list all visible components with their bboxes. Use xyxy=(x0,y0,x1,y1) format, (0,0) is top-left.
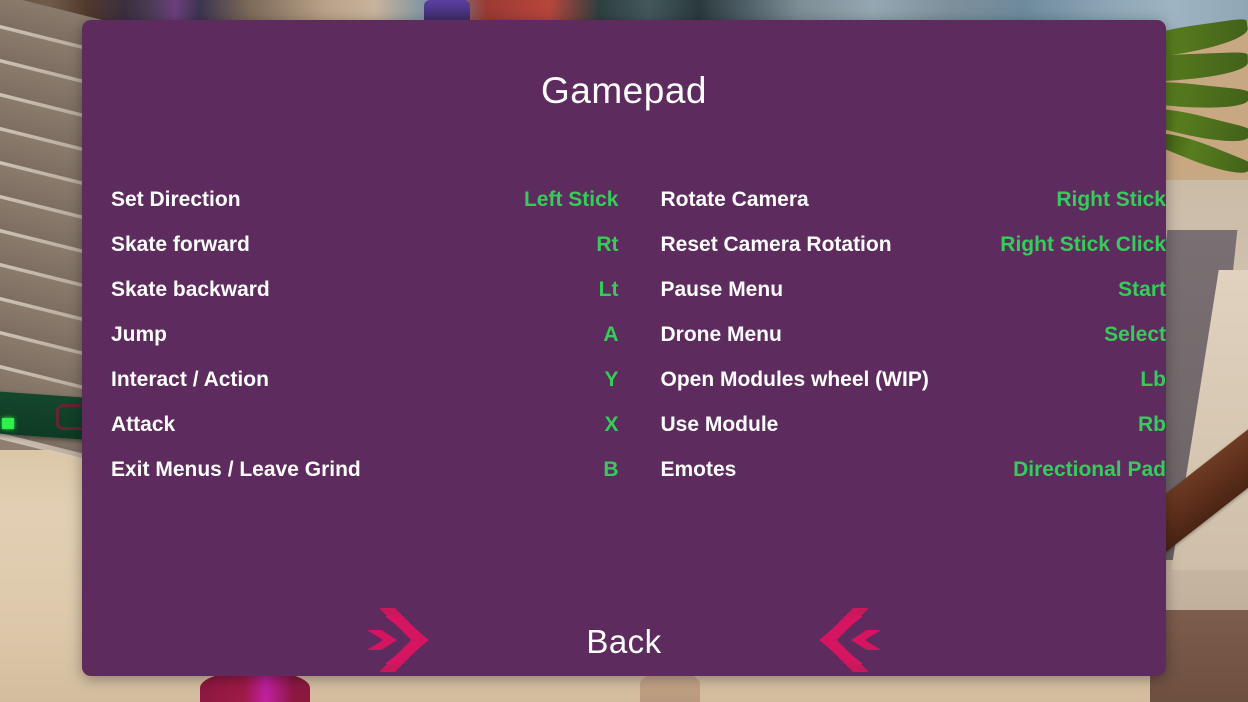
double-chevron-left-icon xyxy=(819,608,881,672)
back-button-label[interactable]: Back xyxy=(499,623,749,661)
keybinding-action-label: Jump xyxy=(111,323,168,346)
gamepad-settings-panel: Gamepad Set Direction Left Stick Skate for… xyxy=(82,20,1166,676)
keybinding-row[interactable]: Set Direction Left Stick xyxy=(111,188,618,233)
keybinding-action-label: Pause Menu xyxy=(660,278,784,301)
keybinding-row[interactable]: Skate forward Rt xyxy=(111,233,618,278)
keybinding-input-value[interactable]: Right Stick Click xyxy=(986,233,1166,257)
keybinding-column-right: Rotate Camera Right Stick Reset Camera Rot… xyxy=(618,188,1166,503)
keybinding-row[interactable]: Interact / Action Y xyxy=(111,368,618,413)
keybinding-row[interactable]: Rotate Camera Right Stick xyxy=(660,188,1166,233)
keybinding-input-value[interactable]: Select xyxy=(1090,323,1166,347)
keybinding-input-value[interactable]: Right Stick xyxy=(1042,188,1166,212)
double-chevron-right-icon xyxy=(367,608,429,672)
keybinding-action-label: Drone Menu xyxy=(660,323,782,346)
keybinding-action-label: Set Direction xyxy=(111,188,241,211)
keybinding-input-value[interactable]: Rt xyxy=(582,233,618,257)
keybinding-input-value[interactable]: Rb xyxy=(1124,413,1166,437)
keybinding-action-label: Attack xyxy=(111,413,176,436)
keybinding-input-value[interactable]: B xyxy=(589,458,618,482)
keybinding-row[interactable]: Drone Menu Select xyxy=(660,323,1166,368)
keybinding-action-label: Reset Camera Rotation xyxy=(660,233,892,256)
keybinding-row[interactable]: Jump A xyxy=(111,323,618,368)
keybinding-input-value[interactable]: Lt xyxy=(585,278,619,302)
keybinding-row[interactable]: Reset Camera Rotation Right Stick Click xyxy=(660,233,1166,278)
keybinding-input-value[interactable]: X xyxy=(590,413,618,437)
keybinding-input-value[interactable]: Y xyxy=(590,368,618,392)
keybinding-row[interactable]: Emotes Directional Pad xyxy=(660,458,1166,503)
background-character-top xyxy=(424,0,470,22)
keybinding-action-label: Rotate Camera xyxy=(660,188,809,211)
back-button-row[interactable]: Back xyxy=(82,606,1166,676)
page-title: Gamepad xyxy=(541,70,707,111)
keybinding-column-left: Set Direction Left Stick Skate forward Rt Sk… xyxy=(82,188,618,503)
keybinding-row[interactable]: Skate backward Lt xyxy=(111,278,618,323)
background-character-legs xyxy=(200,672,310,702)
background-sign-led xyxy=(2,418,14,429)
keybinding-action-label: Open Modules wheel (WIP) xyxy=(660,368,929,391)
keybinding-input-value[interactable]: Directional Pad xyxy=(999,458,1166,482)
game-settings-screen: Gamepad Set Direction Left Stick Skate for… xyxy=(0,0,1248,702)
keybinding-input-value[interactable]: A xyxy=(589,323,618,347)
keybinding-row[interactable]: Use Module Rb xyxy=(660,413,1166,458)
keybinding-action-label: Emotes xyxy=(660,458,737,481)
keybinding-action-label: Skate backward xyxy=(111,278,270,301)
keybinding-input-value[interactable]: Lb xyxy=(1126,368,1166,392)
background-character-shadow xyxy=(640,674,700,702)
keybinding-row[interactable]: Open Modules wheel (WIP) Lb xyxy=(660,368,1166,413)
keybinding-input-value[interactable]: Start xyxy=(1104,278,1166,302)
keybinding-columns: Set Direction Left Stick Skate forward Rt Sk… xyxy=(82,188,1166,503)
keybinding-row[interactable]: Exit Menus / Leave Grind B xyxy=(111,458,618,503)
keybinding-row[interactable]: Attack X xyxy=(111,413,618,458)
keybinding-action-label: Exit Menus / Leave Grind xyxy=(111,458,361,481)
keybinding-row[interactable]: Pause Menu Start xyxy=(660,278,1166,323)
keybinding-action-label: Use Module xyxy=(660,413,779,436)
keybinding-input-value[interactable]: Left Stick xyxy=(510,188,619,212)
keybinding-action-label: Skate forward xyxy=(111,233,250,256)
keybinding-action-label: Interact / Action xyxy=(111,368,269,391)
